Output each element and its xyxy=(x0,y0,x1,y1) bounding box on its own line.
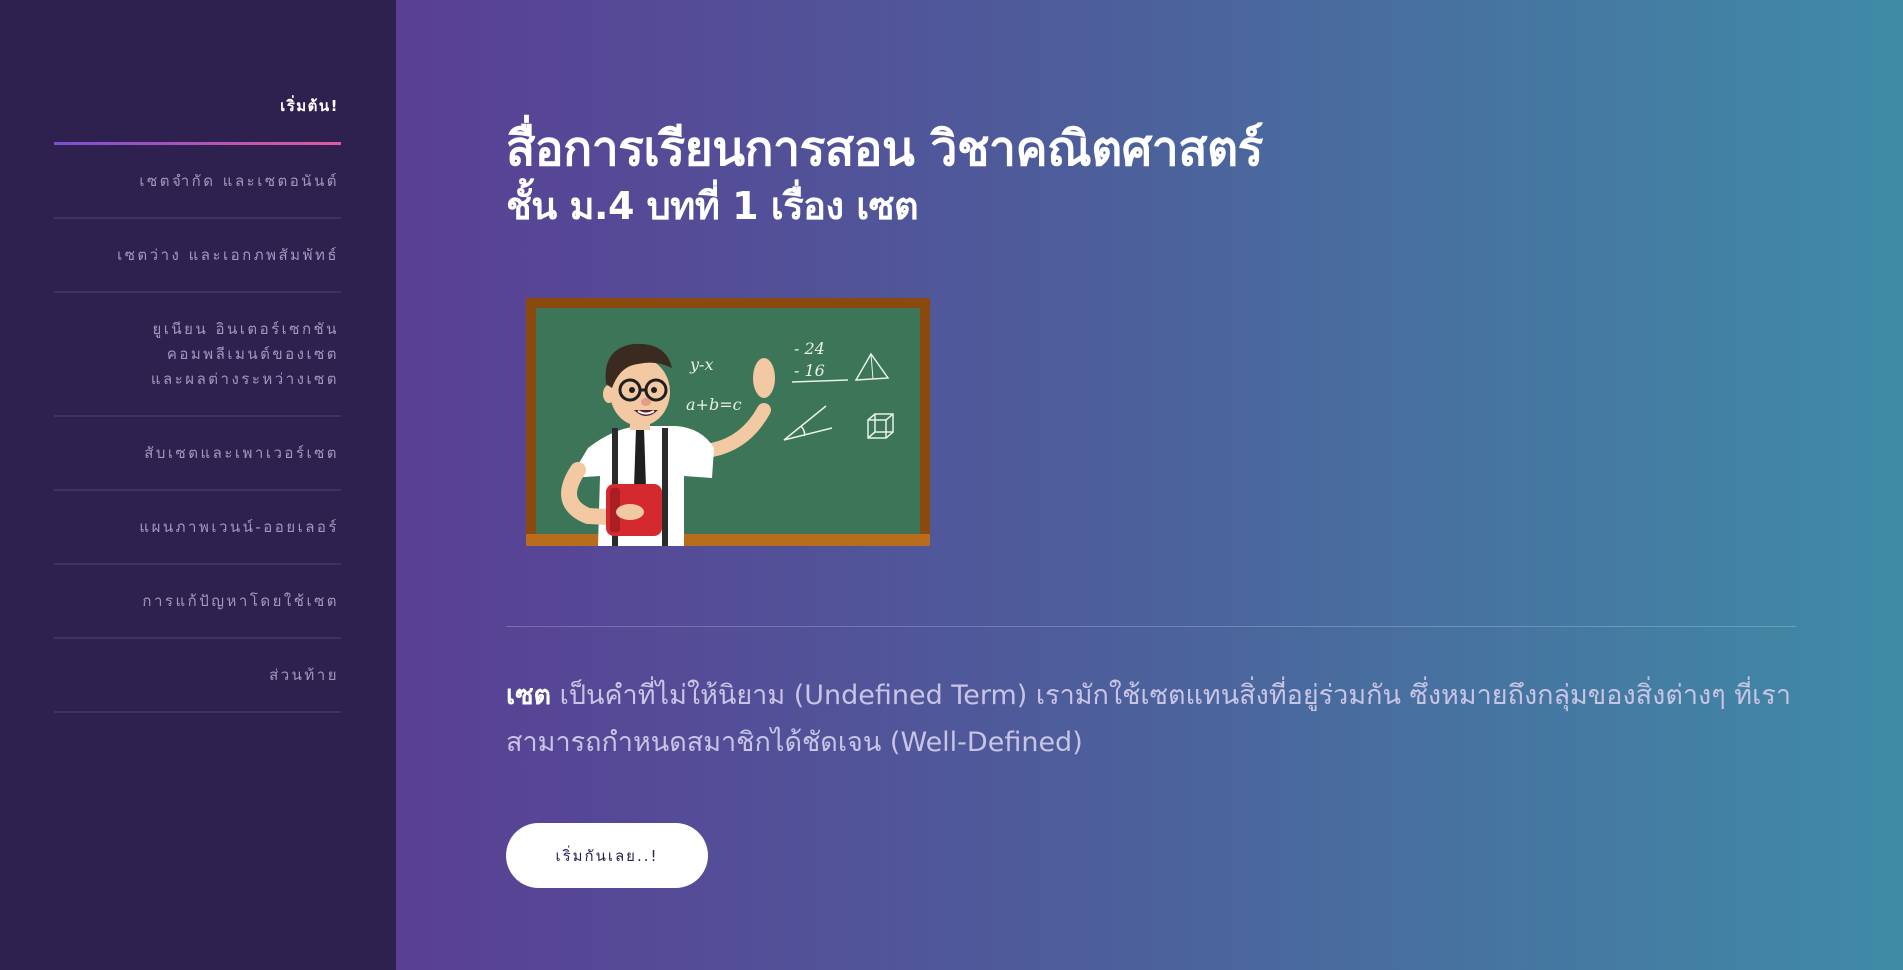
sidebar-item-venn-euler[interactable]: แผนภาพเวนน์-ออยเลอร์ xyxy=(54,491,341,565)
chalk-ledge xyxy=(526,534,930,546)
page-subtitle: ชั้น ม.4 บทที่ 1 เรื่อง เซต xyxy=(506,184,919,228)
intro-description: เซต เป็นคำที่ไม่ให้นิยาม (Undefined Term… xyxy=(506,672,1796,766)
sidebar-item-label: แผนภาพเวนน์-ออยเลอร์ xyxy=(139,518,339,536)
sidebar-item-ending[interactable]: ส่วนท้าย xyxy=(54,639,341,713)
board-text: a+b=c xyxy=(686,395,742,414)
sidebar-item-label: การแก้ปัญหาโดยใช้เซต xyxy=(142,592,339,610)
main-content: สื่อการเรียนการสอน วิชาคณิตศาสตร์ ชั้น ม… xyxy=(396,0,1903,970)
page-title: สื่อการเรียนการสอน วิชาคณิตศาสตร์ xyxy=(506,121,1263,177)
sidebar-item-label: และผลต่างระหว่างเซต xyxy=(150,370,339,388)
sidebar-item-finite-infinite-sets[interactable]: เซตจำกัด และเซตอนันต์ xyxy=(54,145,341,219)
teacher-chalkboard-illustration: y-x - 24 - 16 a+b=c xyxy=(526,298,930,546)
sidebar-item-label: เซตว่าง และเอกภพสัมพัทธ์ xyxy=(117,246,339,264)
sidebar-item-empty-universal-sets[interactable]: เซตว่าง และเอกภพสัมพัทธ์ xyxy=(54,219,341,293)
sidebar-item-problem-solving[interactable]: การแก้ปัญหาโดยใช้เซต xyxy=(54,565,341,639)
sidebar-item-label: สับเซตและเพาเวอร์เซต xyxy=(144,444,339,462)
sidebar-nav: เริ่มต้น! เซตจำกัด และเซตอนันต์ เซตว่าง … xyxy=(54,70,341,713)
page: เริ่มต้น! เซตจำกัด และเซตอนันต์ เซตว่าง … xyxy=(0,0,1903,970)
sidebar-item-label: คอมพลีเมนต์ของเซต xyxy=(166,345,339,363)
sidebar-item-subset-powerset[interactable]: สับเซตและเพาเวอร์เซต xyxy=(54,417,341,491)
highlighted-term: เซต xyxy=(506,680,552,711)
chalkboard-surface xyxy=(536,308,920,536)
sidebar-item-label: เริ่มต้น! xyxy=(280,97,339,115)
section-divider xyxy=(506,626,1796,627)
start-button[interactable]: เริ่มกันเลย..! xyxy=(506,823,708,888)
description-text: เป็นคำที่ไม่ให้นิยาม (Undefined Term) เร… xyxy=(506,680,1791,758)
sidebar-item-start[interactable]: เริ่มต้น! xyxy=(54,70,341,145)
board-text: - 24 xyxy=(794,339,825,358)
sidebar-item-label: ส่วนท้าย xyxy=(269,666,339,684)
hero-section: สื่อการเรียนการสอน วิชาคณิตศาสตร์ ชั้น ม… xyxy=(506,118,1796,888)
sidebar-item-label: ยูเนียน อินเตอร์เซกชัน xyxy=(152,320,339,338)
board-text: - 16 xyxy=(794,361,825,380)
board-text: y-x xyxy=(689,355,713,374)
sidebar-item-label: เซตจำกัด และเซตอนันต์ xyxy=(139,172,339,190)
sidebar-item-set-operations[interactable]: ยูเนียน อินเตอร์เซกชัน คอมพลีเมนต์ของเซต… xyxy=(54,293,341,417)
sidebar: เริ่มต้น! เซตจำกัด และเซตอนันต์ เซตว่าง … xyxy=(0,0,396,970)
